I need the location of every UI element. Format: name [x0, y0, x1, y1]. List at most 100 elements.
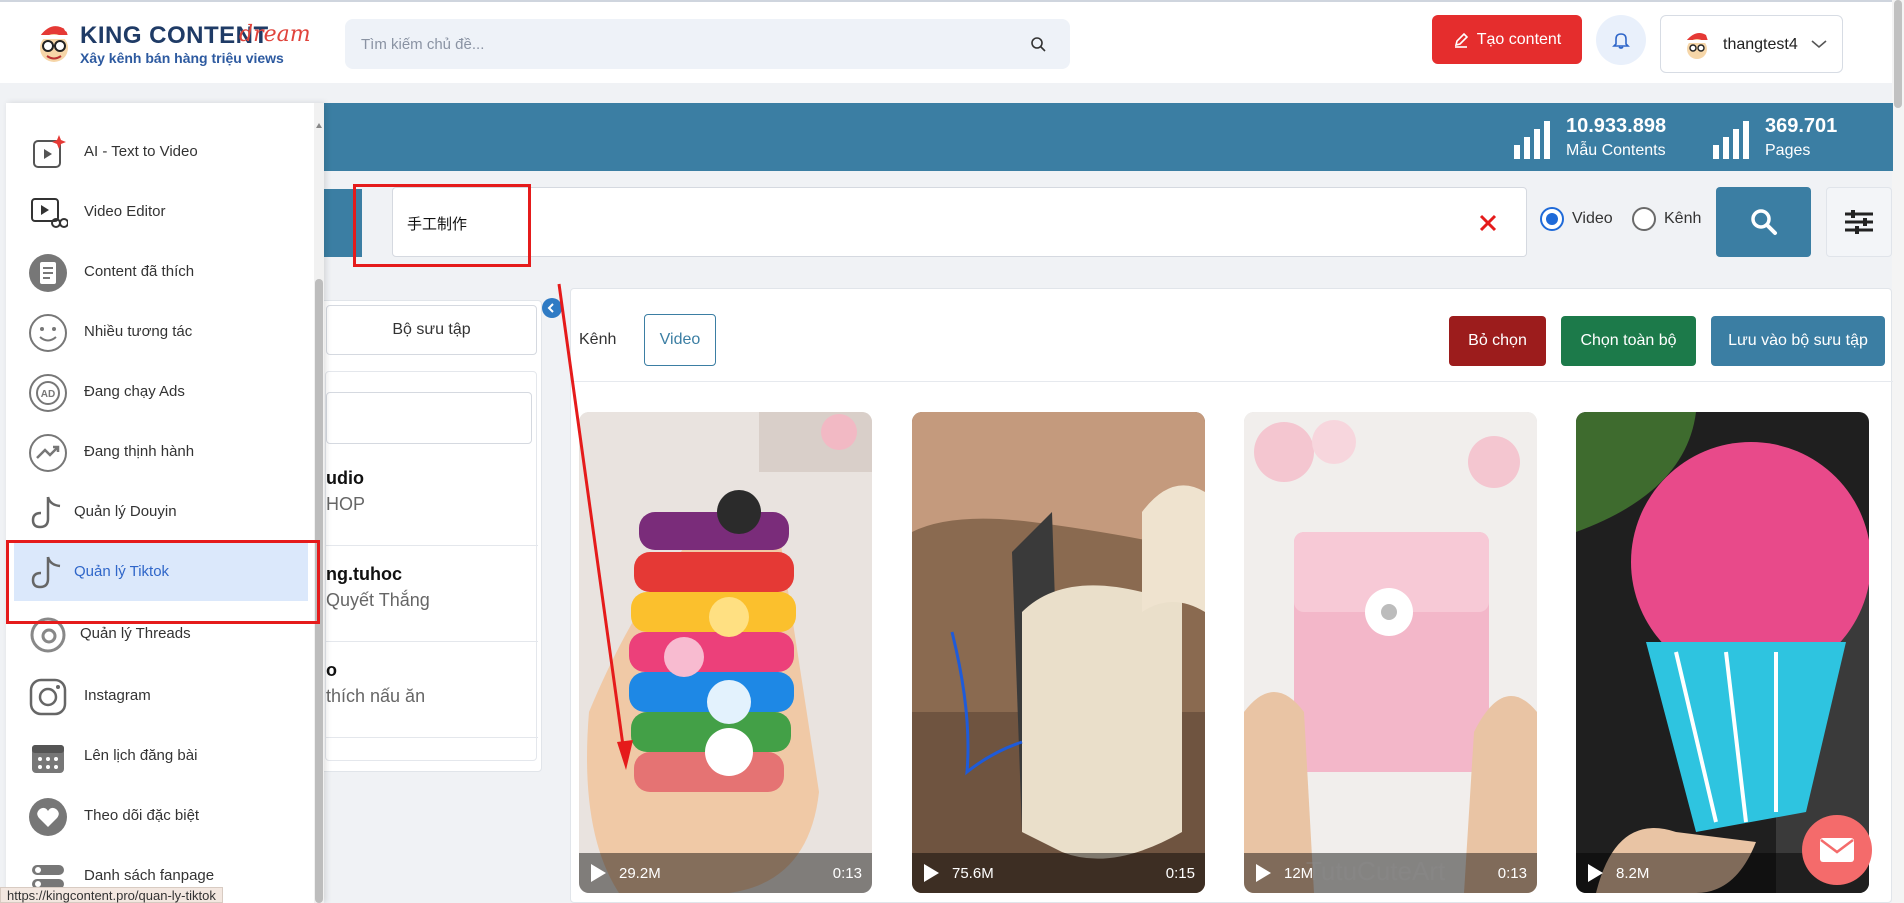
view-count: 75.6M — [952, 865, 994, 882]
channel-sub: Quyết Thắng — [326, 590, 430, 610]
sidebar-item-label: Video Editor — [84, 203, 166, 220]
chevron-down-icon — [1811, 40, 1827, 49]
tiktok-icon — [31, 556, 61, 589]
signal-bars-icon — [1713, 121, 1749, 159]
brand-tagline: Xây kênh bán hàng triệu views — [80, 50, 284, 66]
sidebar-item-douyin[interactable]: Quản lý Douyin — [14, 483, 308, 541]
sidebar-item-label: Danh sách fanpage — [84, 867, 215, 884]
sidebar-item-label: Quản lý Threads — [80, 625, 191, 642]
video-meta: 29.2M 0:13 — [579, 853, 872, 893]
status-url: https://kingcontent.pro/quan-ly-tiktok — [0, 887, 223, 903]
video-thumbnail — [912, 412, 1205, 893]
video-duration: 0:13 — [832, 865, 862, 882]
sidebar-item-label: AI - Text to Video — [84, 143, 198, 160]
sliders-icon — [1845, 210, 1873, 234]
sidebar-item-label: Đang chạy Ads — [84, 383, 185, 400]
sidebar-item-label: Quản lý Tiktok — [74, 563, 170, 580]
svg-text:AD: AD — [41, 389, 55, 400]
sidebar-item-engagement[interactable]: Nhiều tương tác — [14, 303, 308, 361]
sidebar-item-label: Quản lý Douyin — [74, 503, 177, 520]
video-card[interactable]: 75.6M 0:15 — [912, 412, 1205, 893]
smile-icon — [29, 314, 67, 352]
stat-label: Mẫu Contents — [1566, 142, 1666, 159]
page-scrollbar[interactable] — [1892, 0, 1904, 903]
channel-search-input[interactable] — [326, 392, 532, 444]
filter-button[interactable] — [1826, 187, 1892, 257]
brand-script: dream — [239, 22, 311, 47]
sidebar-item-label: Đang thịnh hành — [84, 443, 195, 460]
radio-button-video[interactable] — [1540, 207, 1564, 231]
video-card[interactable]: TutuCuteArt 12M 0:13 — [1244, 412, 1537, 893]
channel-name: o — [326, 660, 337, 680]
pencil-icon — [1454, 32, 1468, 48]
sidebar-item-instagram[interactable]: Instagram — [14, 667, 308, 725]
list-item[interactable]: udio HOP — [326, 450, 538, 546]
video-duration: 0:13 — [1497, 865, 1527, 882]
liked-content-icon — [29, 254, 67, 292]
channel-name: udio — [326, 468, 364, 488]
heart-icon — [29, 798, 67, 836]
main-search-input[interactable] — [407, 210, 1407, 236]
user-menu[interactable]: thangtest4 — [1660, 15, 1843, 73]
top-header: KING CONTENT dream Xây kênh bán hàng tri… — [0, 0, 1904, 83]
video-meta: 75.6M 0:15 — [912, 853, 1205, 893]
topic-search-input[interactable] — [361, 31, 1001, 57]
sidebar-item-trending[interactable]: Đang thịnh hành — [14, 423, 308, 481]
sidebar-item-label: Theo dõi đặc biệt — [84, 807, 200, 824]
sidebar-scrollbar-thumb[interactable] — [315, 279, 323, 903]
close-icon[interactable] — [1476, 211, 1500, 235]
channel-list-panel: Bộ sưu tập udio HOP ng.tuhoc Quyết Thắng… — [310, 300, 542, 772]
sidebar-item-threads[interactable]: Quản lý Threads — [14, 605, 308, 663]
create-content-button[interactable]: Tạo content — [1432, 15, 1582, 64]
save-to-collection-button[interactable]: Lưu vào bộ sưu tập — [1711, 316, 1885, 366]
tab-collection[interactable]: Bộ sưu tập — [326, 305, 537, 355]
sidebar-item-ads[interactable]: AD Đang chạy Ads — [14, 363, 308, 421]
scroll-up-arrow[interactable] — [316, 123, 322, 128]
sidebar-item-label: Content đã thích — [84, 263, 195, 280]
instagram-icon — [29, 678, 67, 716]
logo[interactable]: KING CONTENT dream Xây kênh bán hàng tri… — [34, 20, 324, 68]
search-icon[interactable] — [1030, 36, 1046, 52]
radio-video-label: Video — [1572, 210, 1613, 227]
radio-button-channel[interactable] — [1632, 207, 1656, 231]
radio-video[interactable]: Video — [1540, 207, 1613, 231]
select-all-button[interactable]: Chọn toàn bộ — [1561, 316, 1696, 366]
view-count: 12M — [1284, 865, 1314, 882]
trending-icon — [29, 434, 67, 472]
search-icon — [1750, 209, 1777, 235]
username: thangtest4 — [1723, 36, 1798, 53]
list-item[interactable]: o thích nấu ăn — [326, 642, 538, 738]
sidebar-item-special-follow[interactable]: Theo dõi đặc biệt — [14, 787, 308, 845]
search-button[interactable] — [1716, 187, 1811, 257]
create-content-label: Tạo content — [1476, 30, 1562, 48]
sidebar-item-tiktok[interactable]: Quản lý Tiktok — [14, 543, 308, 601]
play-icon[interactable] — [589, 863, 607, 883]
ai-video-icon — [33, 135, 66, 168]
sidebar: AI - Text to Video Video Editor Content … — [6, 103, 324, 903]
stat-label: Pages — [1765, 142, 1811, 159]
deselect-button[interactable]: Bỏ chọn — [1449, 316, 1546, 366]
notification-button[interactable] — [1596, 15, 1646, 65]
contact-button[interactable] — [1802, 815, 1872, 885]
radio-channel[interactable]: Kênh — [1632, 207, 1701, 231]
view-count: 8.2M — [1616, 865, 1650, 882]
sidebar-scrollbar[interactable] — [314, 103, 324, 903]
main-search-box — [392, 187, 1527, 257]
channel-name: ng.tuhoc — [326, 564, 402, 584]
play-icon[interactable] — [922, 863, 940, 883]
tab-video[interactable]: Video — [644, 314, 716, 366]
play-icon[interactable] — [1586, 863, 1604, 883]
sidebar-item-schedule[interactable]: Lên lịch đăng bài — [14, 727, 308, 785]
stat-value: 369.701 — [1765, 115, 1838, 137]
avatar — [1685, 33, 1709, 59]
sidebar-item-liked-content[interactable]: Content đã thích — [14, 243, 308, 301]
sidebar-item-video-editor[interactable]: Video Editor — [14, 183, 308, 241]
view-count: 29.2M — [619, 865, 661, 882]
video-thumbnail — [1244, 412, 1537, 893]
video-duration: 0:15 — [1165, 865, 1195, 882]
ads-icon: AD — [29, 374, 67, 412]
list-item[interactable]: ng.tuhoc Quyết Thắng — [326, 546, 538, 642]
page-scrollbar-thumb[interactable] — [1894, 0, 1902, 108]
play-icon[interactable] — [1254, 863, 1272, 883]
sidebar-item-ai-text-to-video[interactable]: AI - Text to Video — [14, 123, 308, 181]
